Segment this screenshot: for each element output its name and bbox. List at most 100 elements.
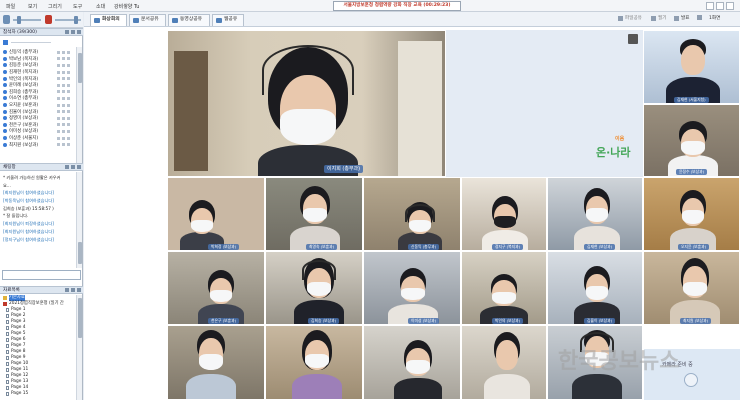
mic-icon[interactable] bbox=[45, 15, 52, 24]
menu-bar: 파일 보기 그리기 도구 소대 강비쌓양 Tu 서울지방보훈청 청렴역량 강화 … bbox=[0, 0, 740, 12]
cam-status-icon bbox=[62, 143, 65, 147]
menu-small[interactable]: 소대 bbox=[96, 3, 105, 10]
participant-video[interactable] bbox=[363, 325, 461, 400]
participant-name: 천은구 (보훈과) bbox=[9, 122, 39, 128]
user-icon bbox=[3, 63, 7, 68]
participant-video[interactable]: 김희승 (보상과) bbox=[265, 251, 363, 325]
page-icon bbox=[6, 380, 9, 384]
tab-video-meeting[interactable]: 화상회의 bbox=[90, 14, 127, 26]
participant-scroll-thumb[interactable] bbox=[78, 53, 82, 83]
user-icon bbox=[3, 122, 7, 127]
participant-row[interactable]: 김재현 (복지과) bbox=[0, 69, 76, 76]
participant-list: 신동익 (총무과) 박보남 (복지과) 김동준 (보상과) 김재현 (복지과) … bbox=[0, 49, 76, 163]
doc-page-item[interactable]: Page 15 bbox=[0, 391, 76, 397]
mic-volume-knob[interactable] bbox=[74, 16, 78, 24]
participant-row[interactable]: 최지원 (보상과) bbox=[0, 141, 76, 148]
speaker-volume-knob[interactable] bbox=[17, 16, 21, 24]
hand-icon bbox=[67, 96, 70, 100]
camera-icon bbox=[684, 373, 698, 387]
minimize-icon[interactable] bbox=[706, 2, 714, 10]
docs-header-icons[interactable] bbox=[63, 288, 81, 294]
participant-row[interactable]: 정영미 (보상과) bbox=[0, 115, 76, 122]
presenter-video[interactable]: 김재현 (서울지청) bbox=[643, 30, 740, 104]
participant-row[interactable]: 이상춘 (서울지) bbox=[0, 135, 76, 142]
chat-header-icons[interactable] bbox=[63, 165, 81, 171]
tab-document-share[interactable]: 문서공유 bbox=[129, 14, 166, 26]
menu-extra[interactable]: 강비쌓양 Tu bbox=[114, 3, 139, 10]
hand-icon bbox=[67, 129, 70, 133]
present-button[interactable]: 발표 bbox=[674, 15, 689, 21]
present-icon bbox=[674, 15, 679, 21]
media-controls bbox=[0, 12, 83, 28]
cam-status-icon bbox=[62, 123, 65, 127]
participant-row[interactable]: 윤미례 (보상과) bbox=[0, 82, 76, 89]
participant-video[interactable]: 박인의 (보상과) bbox=[461, 251, 547, 325]
participant-name: 김율이 (보상과) bbox=[9, 109, 39, 115]
speaker-icon[interactable] bbox=[3, 15, 10, 24]
presenter-name-tag: 김재현 (서울지청) bbox=[674, 97, 709, 103]
menu-draw[interactable]: 그리기 bbox=[48, 3, 62, 10]
chat-scrollbar[interactable] bbox=[76, 172, 82, 268]
file-share-label: 파일공유 bbox=[625, 16, 642, 21]
menu-view[interactable]: 보기 bbox=[28, 3, 37, 10]
participant-video[interactable]: 김재현 (보상과) bbox=[547, 177, 643, 251]
chat-scroll-thumb[interactable] bbox=[78, 242, 82, 264]
participant-video[interactable]: 신동익 (총무과) bbox=[363, 177, 461, 251]
participant-video[interactable]: 천은구 (보훈과) bbox=[167, 251, 265, 325]
menu-tools[interactable]: 도구 bbox=[73, 3, 82, 10]
chat-log: * 키울려 가능하신 원활은 카우커 요... [최지원님이 참여하셨습니다] … bbox=[0, 172, 76, 270]
tab-web-share[interactable]: 웹공유 bbox=[212, 14, 244, 26]
participant-video[interactable] bbox=[265, 325, 363, 400]
participant-row[interactable]: 오지윤 (보훈과) bbox=[0, 102, 76, 109]
participant-row[interactable]: 이소연 (총무과) bbox=[0, 95, 76, 102]
writing-button[interactable]: 필기 bbox=[651, 15, 666, 21]
one-screen-button[interactable]: 1화면 bbox=[709, 15, 720, 21]
user-icon bbox=[3, 103, 7, 108]
participant-video[interactable] bbox=[167, 325, 265, 400]
participant-row[interactable]: 이미성 (보상과) bbox=[0, 128, 76, 135]
participant-row[interactable]: 박보남 (복지과) bbox=[0, 56, 76, 63]
participant-row[interactable]: 김동준 (보상과) bbox=[0, 62, 76, 69]
cam-status-icon bbox=[62, 70, 65, 74]
fullscreen-icon[interactable] bbox=[628, 34, 638, 44]
participant-video[interactable]: 정지구 (복지과) bbox=[461, 177, 547, 251]
file-share-button[interactable]: 파일공유 bbox=[618, 15, 642, 21]
participant-row[interactable]: 박인의 (복지과) bbox=[0, 75, 76, 82]
file-icon bbox=[3, 302, 7, 306]
layout-grid-icon[interactable] bbox=[697, 15, 704, 20]
participant-video[interactable]: 최지원 (보상과) bbox=[643, 251, 740, 325]
participant-video[interactable]: 이미성 (보상과) bbox=[363, 251, 461, 325]
main-speaker-video[interactable]: 이지희 (총무과) bbox=[167, 30, 446, 177]
participants-header-icons[interactable] bbox=[63, 30, 81, 36]
tab-bar: 화상회의 문서공유 동영상공유 웹공유 파일공유 필기 발표 1화면 bbox=[84, 12, 740, 27]
participant-video[interactable]: 박희정 (보상과) bbox=[167, 177, 265, 251]
user-icon bbox=[3, 129, 7, 134]
participant-video[interactable]: 오지윤 (보훈과) bbox=[643, 177, 740, 251]
folder-icon bbox=[3, 296, 7, 300]
docs-scrollbar[interactable] bbox=[76, 295, 82, 400]
participant-row[interactable]: 신동익 (총무과) bbox=[0, 49, 76, 56]
mic-status-icon bbox=[57, 143, 60, 147]
participant-row[interactable]: 천은구 (보훈과) bbox=[0, 122, 76, 129]
chat-input[interactable] bbox=[2, 270, 81, 280]
tab-label: 문서공유 bbox=[141, 17, 159, 22]
participant-video[interactable]: 김율이 (보상과) bbox=[547, 251, 643, 325]
participant-video[interactable]: 최영숙 (보훈과) bbox=[265, 177, 363, 251]
mic-status-icon bbox=[57, 57, 60, 61]
participant-row[interactable]: 김희승 (총무과) bbox=[0, 89, 76, 96]
maximize-icon[interactable] bbox=[716, 2, 724, 10]
tab-video-share[interactable]: 동영상공유 bbox=[168, 14, 210, 26]
participant-name-tag: 박인의 (보상과) bbox=[492, 318, 524, 324]
logo-sub: 이음 bbox=[615, 136, 625, 142]
menu-file[interactable]: 파일 bbox=[6, 3, 15, 10]
participant-name: 이미성 (보상과) bbox=[9, 129, 39, 135]
page-icon bbox=[6, 344, 9, 348]
participant-video[interactable] bbox=[461, 325, 547, 400]
participant-video[interactable]: 윤정수 (보상과) bbox=[643, 104, 740, 177]
participant-scrollbar[interactable] bbox=[76, 47, 82, 163]
docs-scroll-thumb[interactable] bbox=[78, 298, 82, 338]
close-icon[interactable] bbox=[726, 2, 734, 10]
participant-row[interactable]: 김율이 (보상과) bbox=[0, 108, 76, 115]
participant-name: 박보남 (복지과) bbox=[9, 56, 39, 62]
meeting-title: 서울지방보훈청 청렴역량 강화 직장 교육 (00:29:23) bbox=[333, 1, 461, 11]
